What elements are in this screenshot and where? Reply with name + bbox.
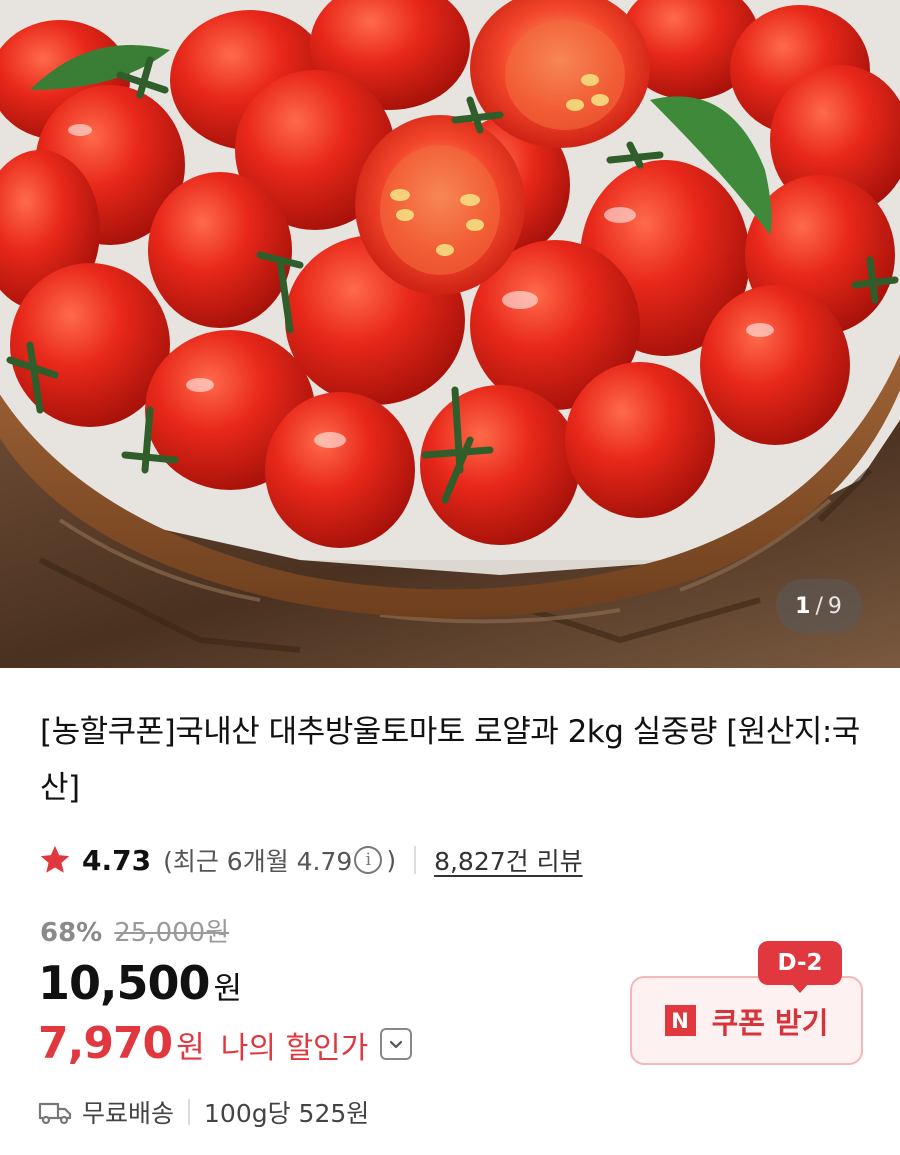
product-info: [농할쿠폰]국내산 대추방울토마토 로얄과 2kg 실중량 [원산지:국산] 4… xyxy=(0,668,900,1155)
truck-icon xyxy=(38,1102,72,1125)
recent-rating-close: ) xyxy=(386,845,397,875)
image-page-counter: 1 / 9 xyxy=(776,579,862,633)
counter-separator: / xyxy=(815,593,824,619)
original-price: 25,000원 xyxy=(114,918,230,948)
divider xyxy=(188,1099,191,1125)
unit-price: 100g당 525원 xyxy=(204,1099,370,1128)
sale-price-unit: 원 xyxy=(213,971,243,1007)
my-discount-price: 7,970 xyxy=(38,1018,173,1069)
my-discount-price-row[interactable]: 7,970 원 나의 할인가 xyxy=(38,1018,413,1069)
d-day-badge: D-2 xyxy=(758,941,842,985)
chevron-down-icon[interactable] xyxy=(380,1027,413,1060)
my-discount-label: 나의 할인가 xyxy=(220,1031,369,1066)
divider xyxy=(414,846,417,874)
counter-total: 9 xyxy=(827,593,843,619)
discount-rate: 68% xyxy=(40,918,103,948)
get-coupon-button[interactable]: N 쿠폰 받기 xyxy=(630,976,863,1065)
d-day-badge-tail xyxy=(791,983,809,993)
rating-row: 4.73 (최근 6개월 4.79 i ) 8,827건 리뷰 xyxy=(38,838,583,882)
product-title: [농할쿠폰]국내산 대추방울토마토 로얄과 2kg 실중량 [원산지:국산] xyxy=(40,714,860,806)
coupon-label: 쿠폰 받기 xyxy=(711,1005,829,1040)
product-image xyxy=(0,0,900,668)
free-shipping: 무료배송 xyxy=(82,1099,175,1128)
recent-rating-text: (최근 6개월 4.79 xyxy=(163,847,353,876)
recent-rating: (최근 6개월 4.79 i ) xyxy=(163,842,396,878)
sale-price: 10,500 xyxy=(38,956,211,1010)
info-icon[interactable]: i xyxy=(354,846,383,874)
product-image-carousel[interactable]: 1 / 9 xyxy=(0,0,900,668)
review-count-link[interactable]: 8,827건 리뷰 xyxy=(434,842,583,878)
rating-value: 4.73 xyxy=(82,843,152,877)
shipping-row: 무료배송 100g당 525원 xyxy=(38,1094,369,1130)
naver-n-icon: N xyxy=(664,1005,696,1036)
my-discount-price-unit: 원 xyxy=(176,1030,205,1066)
star-icon xyxy=(40,845,70,873)
original-price-row: 68% 25,000원 xyxy=(40,912,229,949)
sale-price-row: 10,500 원 xyxy=(38,956,242,1010)
counter-current: 1 xyxy=(795,593,812,619)
